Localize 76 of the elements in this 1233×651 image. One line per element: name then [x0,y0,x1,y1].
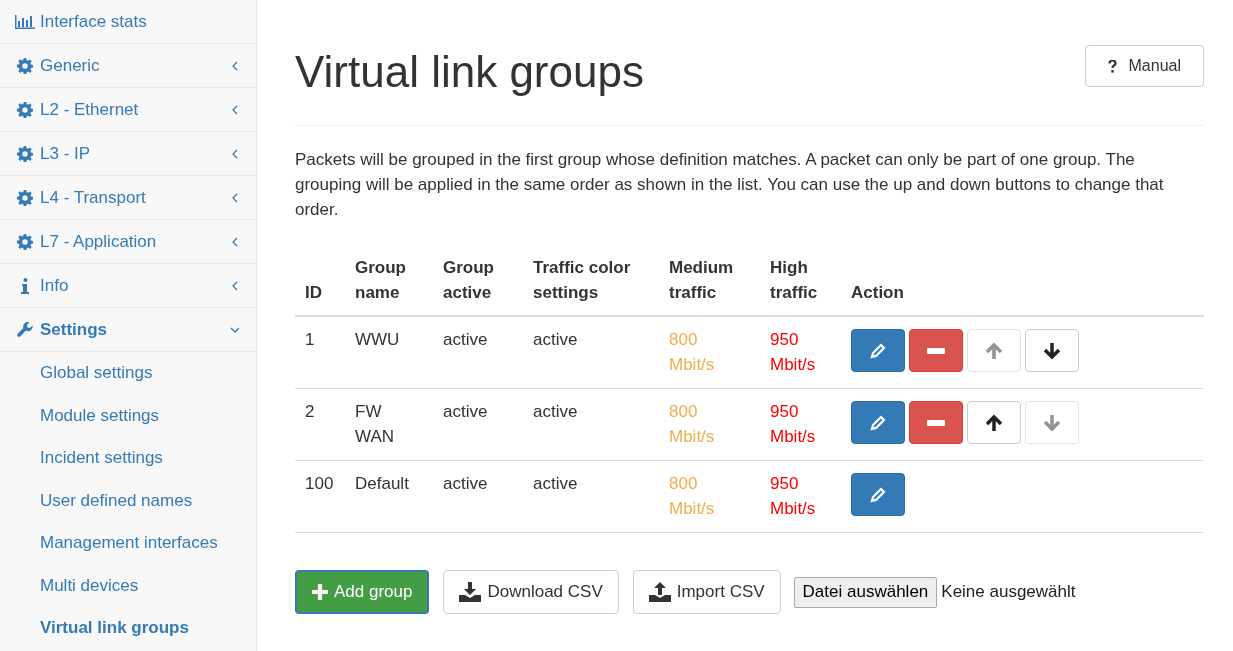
submenu-item[interactable]: Global settings [0,352,256,395]
manual-button[interactable]: Manual [1084,45,1204,87]
add-group-button[interactable]: Add group [295,570,430,614]
info-icon [21,277,29,294]
move-up-button[interactable] [967,401,1021,444]
submenu-item[interactable]: Virtual link groups [0,607,256,650]
high-traffic-cell-text: 950 Mbit/s [770,329,816,376]
download-icon [459,582,482,602]
sidebar-item[interactable]: L2 - Ethernet [0,88,256,132]
arrow-down-icon [1043,413,1061,432]
id-cell: 2 [305,402,315,421]
wrench-icon [17,321,33,338]
pencil-icon [869,413,887,432]
file-status-text: Keine ausgewählt [941,581,1076,604]
submenu-item[interactable]: Multi devices [0,564,256,607]
status-cell: active [533,402,578,421]
group-name-cell-text: FW WAN [355,401,395,448]
column-header: Traffic color settings [523,255,659,316]
status-cell: active [533,474,578,493]
sidebar-item[interactable]: Settings [0,308,256,352]
sidebar-item[interactable]: L7 - Application [0,220,256,264]
gear-icon [17,101,33,118]
upload-icon [648,582,671,602]
status-cell: active [443,402,488,421]
minus-icon [927,419,945,426]
arrow-up-icon [985,413,1003,432]
delete-button[interactable] [909,329,963,372]
column-header: ID [295,255,345,316]
gear-icon [17,189,33,206]
submenu-item[interactable]: Module settings [0,394,256,437]
file-choose-button[interactable]: Datei auswählen [793,576,938,608]
group-name-cell-text: Default [355,473,409,495]
column-header: Action [841,255,1204,316]
page-title: Virtual link groups [295,46,644,98]
sidebar-item[interactable]: Info [0,264,256,308]
help-icon [1107,59,1117,73]
column-header: High traffic [760,255,841,316]
status-cell: active [443,474,488,493]
sidebar-item[interactable]: L4 - Transport [0,176,256,220]
submenu-item[interactable]: User defined names [0,479,256,522]
import-csv-button[interactable]: Import CSV [632,570,781,614]
edit-button[interactable] [851,401,905,444]
pencil-icon [869,341,887,360]
high-traffic-cell-text: 950 Mbit/s [770,473,816,520]
move-down-button[interactable] [1025,329,1079,372]
group-name-cell-text: WWU [355,329,400,351]
minus-icon [927,347,945,354]
gear-icon [17,145,33,162]
delete-button[interactable] [909,401,963,444]
arrow-up-icon [985,341,1003,360]
column-header: Group active [433,255,523,316]
status-cell: active [443,330,488,349]
edit-button[interactable] [851,329,905,372]
description-text: Packets will be grouped in the first group whose definition matches. A packet can only be part of one group. The grouping will be applied in the same order as shown in the list. You can use the up and down buttons to change that order. [295,149,1165,221]
column-header: Medium traffic [659,255,760,316]
medium-traffic-cell-text: 800 Mbit/s [669,401,715,448]
id-cell: 1 [305,330,315,349]
gear-icon [17,57,33,74]
plus-icon [312,584,328,600]
high-traffic-cell-text: 950 Mbit/s [770,401,816,448]
bar-chart-icon [15,14,35,29]
sidebar-item[interactable]: Interface stats [0,0,256,44]
submenu-item[interactable]: Incident settings [0,437,256,480]
sidebar-item[interactable]: Generic [0,44,256,88]
arrow-down-icon [1043,341,1061,360]
medium-traffic-cell-text: 800 Mbit/s [669,473,715,520]
status-cell: active [533,330,578,349]
download-csv-button[interactable]: Download CSV [443,570,619,614]
submenu-item[interactable]: Management interfaces [0,522,256,565]
edit-button[interactable] [851,473,905,516]
gear-icon [17,233,33,250]
sidebar-item[interactable]: L3 - IP [0,132,256,176]
column-header: Group name [345,255,433,316]
pencil-icon [869,485,887,504]
medium-traffic-cell-text: 800 Mbit/s [669,329,715,376]
id-cell: 100 [305,474,334,493]
